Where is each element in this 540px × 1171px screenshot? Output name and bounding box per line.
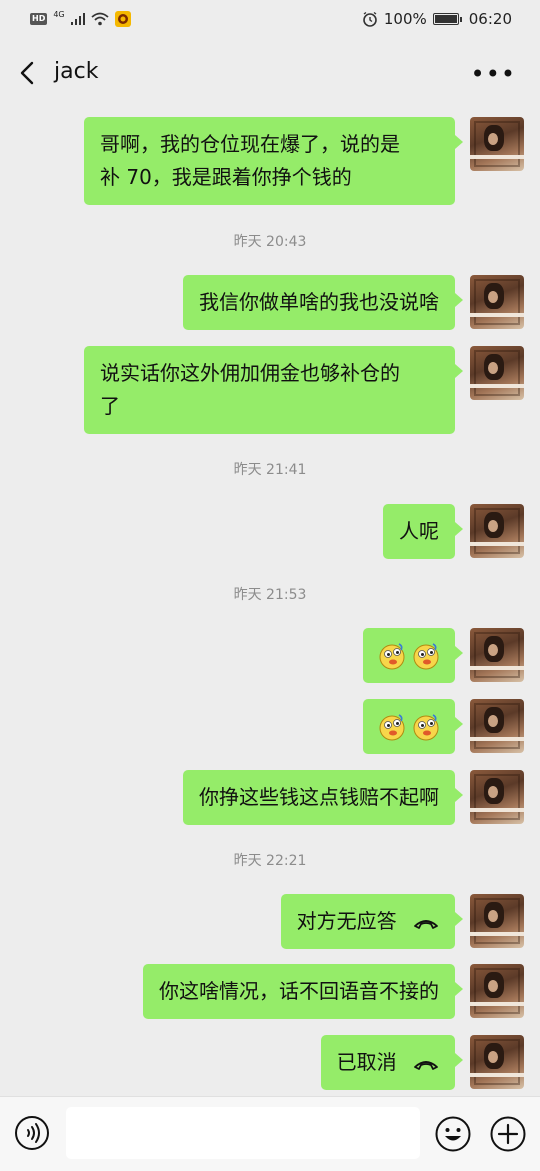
status-right: 100% 06:20	[362, 10, 512, 28]
avatar[interactable]	[470, 117, 524, 171]
message-input[interactable]	[66, 1107, 420, 1159]
message-row	[363, 628, 524, 683]
call-record-bubble[interactable]: 已取消	[320, 1035, 464, 1090]
message-row: 你这啥情况，话不回语音不接的	[143, 964, 524, 1019]
status-bar: HD 4G 100% 06:20	[0, 0, 540, 40]
emoji-icon[interactable]	[434, 1115, 472, 1153]
call-status-text: 已取消	[336, 1050, 397, 1074]
input-bar	[0, 1096, 540, 1171]
message-bubble[interactable]: 你这啥情况，话不回语音不接的	[143, 964, 463, 1019]
alarm-icon	[363, 11, 377, 27]
app-notification-icon	[114, 11, 131, 27]
message-row	[363, 699, 524, 754]
call-status-text: 对方无应答	[296, 909, 397, 933]
message-row: 说实话你这外佣加佣金也够补仓的 了	[84, 346, 524, 434]
emoji-bubble[interactable]	[363, 628, 463, 683]
phone-hangup-icon	[414, 919, 438, 929]
message-text-line: 说实话你这外佣加佣金也够补仓的	[100, 361, 400, 385]
doge-face-emoji	[413, 713, 439, 740]
wifi-icon	[91, 12, 109, 26]
avatar[interactable]	[470, 964, 524, 1018]
doge-face-emoji	[379, 642, 405, 669]
message-text-line: 补 70，我是跟着你挣个钱的	[100, 165, 352, 189]
network-type: 4G	[53, 9, 65, 19]
call-record-bubble[interactable]: 对方无应答	[280, 894, 464, 949]
status-left: HD 4G	[30, 9, 131, 27]
message-bubble[interactable]: 哥啊，我的仓位现在爆了，说的是 补 70，我是跟着你挣个钱的	[84, 117, 463, 205]
timestamp: 昨天 21:41	[233, 462, 307, 478]
hd-icon: HD	[30, 13, 48, 25]
phone-hangup-icon	[414, 1060, 438, 1070]
chat-header: jack •••	[0, 40, 540, 106]
clock: 06:20	[468, 10, 512, 28]
message-row: 对方无应答	[280, 894, 524, 949]
message-bubble[interactable]: 人呢	[383, 504, 463, 559]
message-bubble[interactable]: 说实话你这外佣加佣金也够补仓的 了	[84, 346, 463, 434]
message-row: 人呢	[383, 504, 524, 559]
chevron-left-icon[interactable]	[14, 58, 44, 88]
avatar[interactable]	[470, 346, 524, 400]
message-row: 我信你做单啥的我也没说啥	[183, 275, 524, 330]
voice-icon[interactable]	[14, 1115, 50, 1151]
message-text-line: 了	[100, 394, 120, 418]
battery-percent: 100%	[383, 10, 427, 28]
message-text-line: 你这啥情况，话不回语音不接的	[159, 979, 439, 1003]
chat-title: jack	[54, 59, 99, 84]
message-text-line: 人呢	[399, 519, 439, 543]
message-text-line: 我信你做单啥的我也没说啥	[199, 290, 439, 314]
emoji-bubble[interactable]	[363, 699, 463, 754]
avatar[interactable]	[470, 1035, 524, 1089]
avatar[interactable]	[470, 770, 524, 824]
plus-icon[interactable]	[489, 1115, 527, 1153]
timestamp: 昨天 21:53	[233, 587, 307, 603]
avatar[interactable]	[470, 504, 524, 558]
message-text-line: 你挣这些钱这点钱赔不起啊	[199, 785, 439, 809]
message-bubble[interactable]: 你挣这些钱这点钱赔不起啊	[183, 770, 463, 825]
timestamp: 昨天 20:43	[233, 234, 307, 250]
avatar[interactable]	[470, 699, 524, 753]
message-bubble[interactable]: 我信你做单啥的我也没说啥	[183, 275, 463, 330]
avatar[interactable]	[470, 894, 524, 948]
message-row: 已取消	[320, 1035, 524, 1090]
doge-face-emoji	[379, 713, 405, 740]
avatar[interactable]	[470, 275, 524, 329]
more-options-button[interactable]: •••	[471, 60, 516, 88]
doge-face-emoji	[413, 642, 439, 669]
timestamp: 昨天 22:21	[233, 853, 307, 869]
message-row: 你挣这些钱这点钱赔不起啊	[183, 770, 524, 825]
avatar[interactable]	[470, 628, 524, 682]
battery-icon	[432, 13, 462, 25]
signal-icon	[70, 13, 85, 25]
message-row: 哥啊，我的仓位现在爆了，说的是 补 70，我是跟着你挣个钱的	[84, 117, 524, 205]
battery-fill	[434, 15, 457, 23]
message-text-line: 哥啊，我的仓位现在爆了，说的是	[100, 132, 400, 156]
